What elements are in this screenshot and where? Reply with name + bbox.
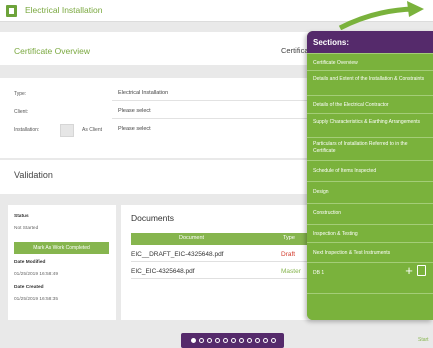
status-card: Status Not Started Mark As Work Complete… (8, 205, 116, 320)
document-name[interactable]: EIC__DRAFT_EIC-4325648.pdf (131, 251, 224, 258)
date-modified-value: 01/25/2019 16:58:49 (14, 272, 59, 277)
page-dot[interactable] (199, 338, 204, 343)
page-dot[interactable] (215, 338, 220, 343)
section-label: Next Inspection & Test Instruments (313, 250, 391, 256)
page-dot[interactable] (255, 338, 260, 343)
section-item-next-inspection[interactable]: Next Inspection & Test Instruments (307, 242, 433, 262)
documents-title: Documents (131, 213, 174, 223)
status-value: Not Started (14, 226, 39, 231)
section-label: Construction (313, 210, 342, 216)
installation-label: Installation: (14, 127, 40, 133)
section-item-schedule-items-inspected[interactable]: Schedule of Items Inspected (307, 160, 433, 181)
document-name[interactable]: EIC_EIC-4325648.pdf (131, 268, 195, 275)
date-created-value: 01/25/2019 16:58:35 (14, 297, 59, 302)
curved-arrow-icon (338, 1, 424, 30)
column-header-document: Document (179, 235, 205, 241)
sections-title: Sections: (313, 38, 350, 47)
section-label: Schedule of Items Inspected (313, 168, 377, 174)
installation-select[interactable]: Please select (118, 126, 151, 132)
document-type: Draft (281, 251, 296, 258)
page-dot[interactable] (223, 338, 228, 343)
sections-header: Sections: (307, 31, 433, 53)
document-type: Master (281, 268, 301, 275)
certificate-overview-title: Certificate Overview (14, 46, 91, 56)
page-dot[interactable] (271, 338, 276, 343)
page-dot[interactable] (191, 338, 196, 343)
add-icon[interactable]: + (403, 264, 415, 277)
validation-title: Validation (14, 170, 53, 180)
section-item-construction[interactable]: Construction (307, 203, 433, 224)
client-select[interactable]: Please select (118, 108, 151, 114)
table-header: Document Type (131, 233, 316, 245)
page-dot[interactable] (239, 338, 244, 343)
section-item-details-extent[interactable]: Details and Extent of the Installation &… (307, 70, 433, 95)
table-row[interactable]: EIC__DRAFT_EIC-4325648.pdf Draft (131, 246, 316, 262)
section-label: Design (313, 189, 329, 195)
type-label: Type: (14, 91, 27, 97)
sections-panel: Sections: Certificate Overview Details a… (307, 31, 433, 320)
section-label: Inspection & Testing (313, 231, 358, 237)
documents-card: Documents Document Type EIC__DRAFT_EIC-4… (121, 205, 316, 320)
date-created-label: Date Created (14, 285, 44, 290)
client-label: Client: (14, 109, 29, 115)
section-item-electrical-contractor[interactable]: Details of the Electrical Contractor (307, 95, 433, 113)
page-dot[interactable] (207, 338, 212, 343)
start-link[interactable]: Start (418, 337, 429, 343)
section-item-certificate-overview[interactable]: Certificate Overview (307, 53, 433, 70)
as-client-label: As Client (82, 127, 103, 133)
section-item-supply-characteristics[interactable]: Supply Characteristics & Earthing Arrang… (307, 113, 433, 137)
table-row[interactable]: EIC_EIC-4325648.pdf Master (131, 263, 316, 279)
document-icon[interactable] (417, 265, 426, 276)
page-dot[interactable] (231, 338, 236, 343)
page-dot[interactable] (247, 338, 252, 343)
mark-as-work-completed-button[interactable]: Mark As Work Completed (14, 242, 109, 254)
section-item-particulars-installation[interactable]: Particulars of Installation Referred to … (307, 137, 433, 160)
section-label: Certificate Overview (313, 60, 358, 66)
sections-footer (307, 293, 433, 320)
section-label: Particulars of Installation Referred to … (313, 141, 408, 154)
column-header-type: Type (283, 235, 295, 241)
status-label: Status (14, 214, 29, 219)
section-label: Details of the Electrical Contractor (313, 102, 389, 108)
section-label: Supply Characteristics & Earthing Arrang… (313, 119, 420, 125)
type-field[interactable]: Electrical Installation (118, 90, 168, 96)
section-item-design[interactable]: Design (307, 181, 433, 203)
date-modified-label: Date Modified (14, 260, 46, 265)
as-client-checkbox[interactable] (60, 124, 74, 137)
section-label: Details and Extent of the Installation &… (313, 76, 425, 82)
app-header: Electrical Installation (0, 0, 433, 30)
section-item-inspection-testing[interactable]: Inspection & Testing (307, 224, 433, 242)
page-indicator (181, 333, 284, 348)
page-dot[interactable] (263, 338, 268, 343)
certificate-label-truncated: Certifica (281, 46, 309, 55)
